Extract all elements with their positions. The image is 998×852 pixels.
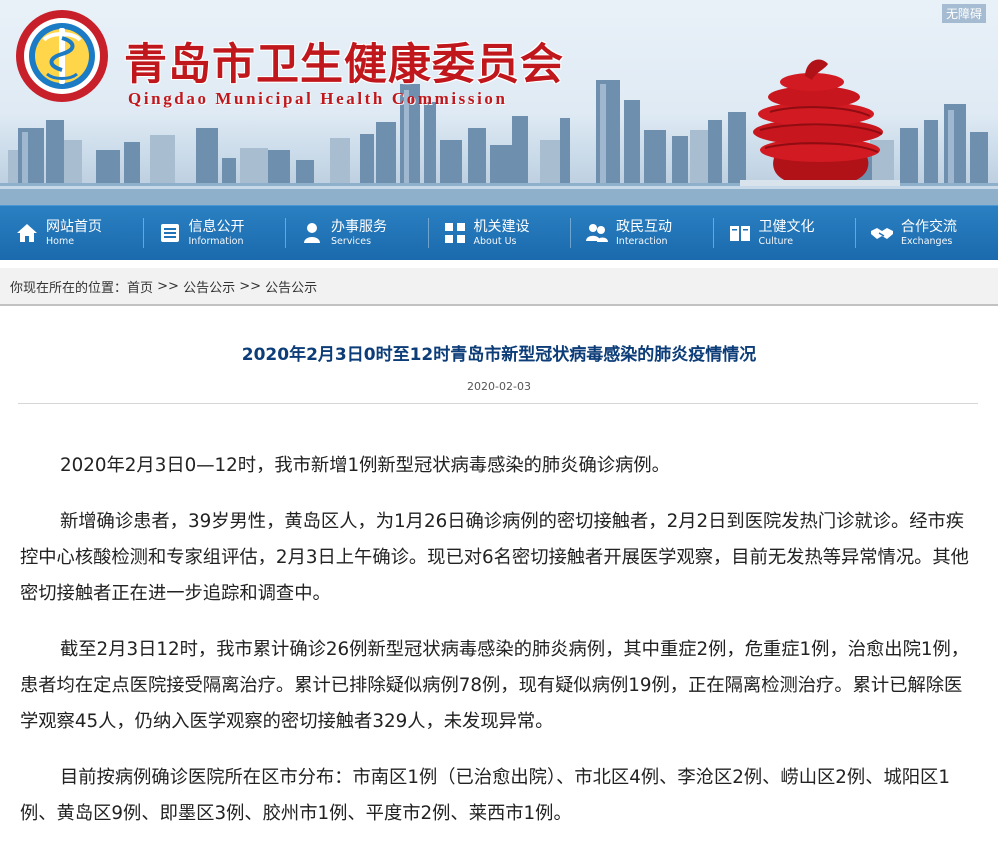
accessibility-link[interactable]: 无障碍 bbox=[941, 4, 986, 23]
breadcrumb-notice-link[interactable]: 公告公示 bbox=[183, 277, 235, 296]
breadcrumb-home-link[interactable]: 首页 bbox=[127, 277, 153, 296]
article-date: 2020-02-03 bbox=[467, 380, 531, 393]
breadcrumb-separator: >> bbox=[153, 278, 184, 294]
home-icon bbox=[14, 220, 40, 246]
breadcrumb: 你现在所在的位置： 首页 >> 公告公示 >> 公告公示 bbox=[0, 268, 998, 306]
breadcrumb-prefix: 你现在所在的位置： bbox=[10, 280, 128, 296]
title-divider bbox=[18, 403, 978, 404]
nav-item-home[interactable]: 网站首页 Home bbox=[0, 206, 143, 260]
nav-sublabel: Home bbox=[46, 235, 75, 247]
person-icon bbox=[299, 220, 325, 246]
nav-sublabel: Services bbox=[331, 235, 372, 247]
nav-item-interaction[interactable]: 政民互动 Interaction bbox=[570, 206, 713, 260]
nav-sublabel: Culture bbox=[758, 235, 794, 247]
article-title: 2020年2月3日0时至12时青岛市新型冠状病毒感染的肺炎疫情情况 bbox=[241, 345, 757, 365]
site-banner: 无障碍 青岛市卫生健康委员会 Qingdao Municipal Health … bbox=[0, 0, 998, 205]
nav-label: 网站首页 bbox=[46, 218, 102, 235]
nav-item-exchanges[interactable]: 合作交流 Exchanges bbox=[855, 206, 998, 260]
handshake-icon bbox=[869, 220, 895, 246]
nav-item-about-us[interactable]: 机关建设 About Us bbox=[427, 206, 571, 260]
nav-sublabel: Information bbox=[188, 235, 244, 247]
nav-sublabel: About Us bbox=[473, 235, 517, 247]
site-title: 青岛市卫生健康委员会 bbox=[124, 40, 564, 90]
article-paragraph: 截至2月3日12时，我市累计确诊26例新型冠状病毒感染的肺炎病例，其中重症2例，… bbox=[20, 639, 970, 732]
nav-item-services[interactable]: 办事服务 Services bbox=[285, 206, 428, 260]
article-paragraph: 目前按病例确诊医院所在区市分布：市南区1例（已治愈出院）、市北区4例、李沧区2例… bbox=[20, 767, 950, 824]
nav-label: 政民互动 bbox=[616, 218, 672, 235]
nav-sublabel: Interaction bbox=[616, 235, 668, 247]
nav-label: 卫健文化 bbox=[758, 218, 815, 235]
nav-item-culture[interactable]: 卫健文化 Culture bbox=[712, 206, 856, 260]
article-paragraph: 2020年2月3日0—12时，我市新增1例新型冠状病毒感染的肺炎确诊病例。 bbox=[60, 455, 670, 476]
nav-label: 合作交流 bbox=[901, 218, 957, 235]
grid-icon bbox=[442, 220, 468, 246]
nav-sublabel: Exchanges bbox=[901, 235, 953, 247]
site-title-english: Qingdao Municipal Health Commission bbox=[128, 89, 508, 108]
article-body: 2020年2月3日0—12时，我市新增1例新型冠状病毒感染的肺炎确诊病例。 新增… bbox=[20, 448, 976, 852]
document-list-icon bbox=[157, 220, 183, 246]
nav-item-information[interactable]: 信息公开 Information bbox=[142, 206, 286, 260]
nav-label: 机关建设 bbox=[473, 218, 530, 235]
breadcrumb-separator: >> bbox=[235, 278, 266, 294]
article-paragraph: 新增确诊患者，39岁男性，黄岛区人，为1月26日确诊病例的密切接触者，2月2日到… bbox=[20, 511, 969, 604]
main-navigation: 网站首页 Home 信息公开 Information 办事服务 Services… bbox=[0, 205, 998, 260]
commission-logo bbox=[16, 10, 108, 102]
nav-label: 信息公开 bbox=[188, 218, 245, 235]
breadcrumb-current[interactable]: 公告公示 bbox=[265, 277, 317, 296]
book-icon bbox=[727, 220, 753, 246]
chat-icon bbox=[584, 220, 610, 246]
nav-label: 办事服务 bbox=[331, 218, 387, 235]
